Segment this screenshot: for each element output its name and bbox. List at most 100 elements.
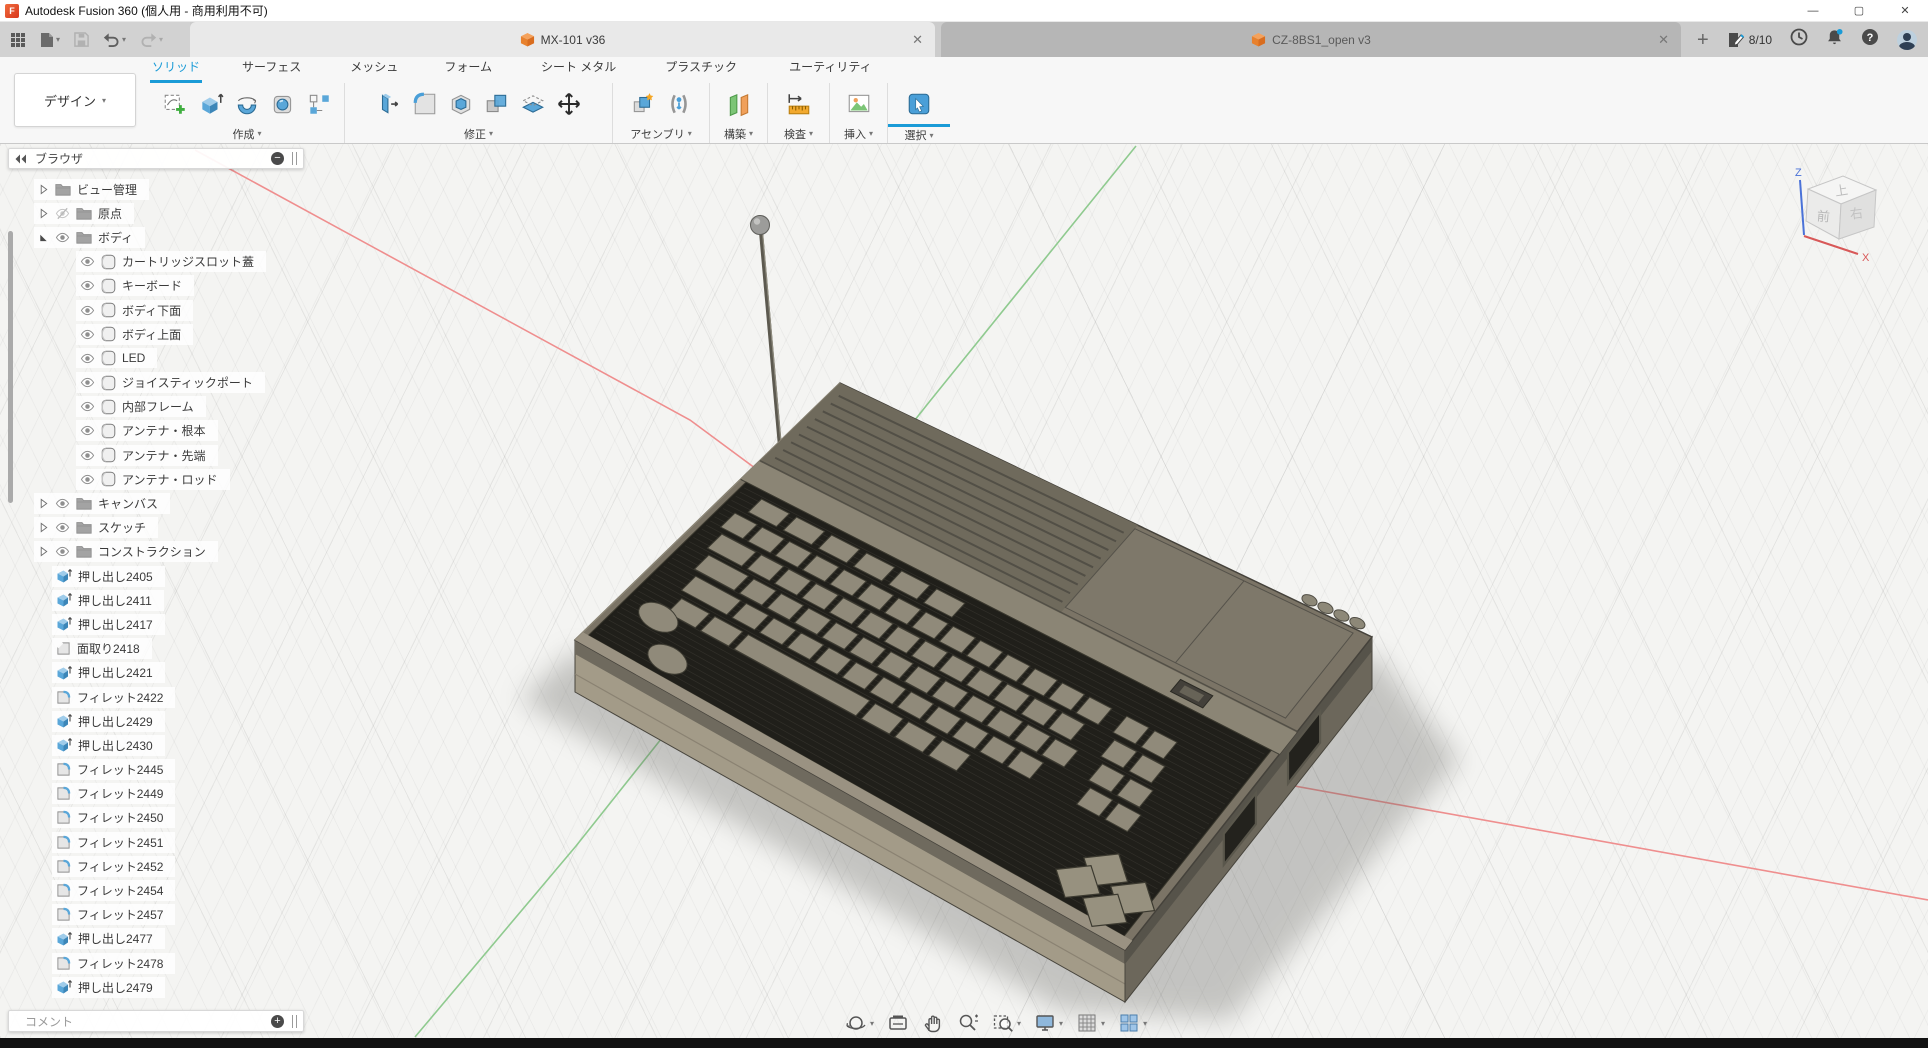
help-button[interactable]: ? xyxy=(1861,28,1879,51)
window-zoom-button[interactable]: ▾ xyxy=(992,1012,1021,1034)
visibility-eye-icon[interactable] xyxy=(80,399,95,414)
browser-item-folder[interactable]: 原点 xyxy=(8,201,308,225)
expand-arrow-icon[interactable] xyxy=(38,498,49,509)
press-pull-button[interactable] xyxy=(371,84,407,124)
look-at-button[interactable] xyxy=(887,1012,909,1034)
add-comment-icon[interactable]: + xyxy=(271,1015,284,1028)
browser-item-fillet[interactable]: フィレット2478 xyxy=(8,951,308,975)
browser-item-body[interactable]: ジョイスティックポート xyxy=(8,371,308,395)
browser-scrollbar[interactable] xyxy=(8,231,13,503)
group-assemble-dropdown[interactable]: アセンブリ▾ xyxy=(613,124,709,143)
browser-item-fillet[interactable]: フィレット2454 xyxy=(8,878,308,902)
pan-button[interactable] xyxy=(922,1012,944,1034)
expand-arrow-icon[interactable] xyxy=(38,208,49,219)
tab-mesh[interactable]: メッシュ xyxy=(348,54,400,83)
visibility-eye-icon[interactable] xyxy=(80,448,95,463)
collapse-panel-icon[interactable] xyxy=(15,154,27,164)
browser-item-folder[interactable]: スケッチ xyxy=(8,516,308,540)
maximize-button[interactable]: ▢ xyxy=(1836,0,1882,21)
browser-item-body[interactable]: アンテナ・ロッド xyxy=(8,467,308,491)
tab-solid[interactable]: ソリッド xyxy=(150,54,202,83)
browser-item-extrude[interactable]: 押し出し2417 xyxy=(8,612,308,636)
browser-item-body[interactable]: アンテナ・先端 xyxy=(8,443,308,467)
browser-item-body[interactable]: ボディ上面 xyxy=(8,322,308,346)
pattern-button[interactable] xyxy=(301,84,337,124)
group-select-dropdown[interactable]: 選択▾ xyxy=(888,124,950,143)
browser-item-fillet[interactable]: フィレット2452 xyxy=(8,854,308,878)
browser-item-extrude[interactable]: 押し出し2421 xyxy=(8,661,308,685)
visibility-eye-icon[interactable] xyxy=(80,375,95,390)
browser-item-folder[interactable]: ボディ xyxy=(8,225,308,249)
tab-utility[interactable]: ユーティリティ xyxy=(787,54,874,83)
expand-arrow-icon[interactable] xyxy=(38,522,49,533)
insert-canvas-button[interactable] xyxy=(841,84,877,124)
visibility-eye-icon[interactable] xyxy=(80,303,95,318)
browser-item-extrude[interactable]: 押し出し2429 xyxy=(8,709,308,733)
close-button[interactable]: ✕ xyxy=(1882,0,1928,21)
construction-plane-button[interactable] xyxy=(721,84,757,124)
browser-item-body[interactable]: キーボード xyxy=(8,274,308,298)
tab-sheetmetal[interactable]: シート メタル xyxy=(539,54,618,83)
group-modify-dropdown[interactable]: 修正▾ xyxy=(345,124,612,143)
redo-button[interactable]: ▾ xyxy=(140,32,163,47)
extension-manager-button[interactable] xyxy=(1790,28,1808,51)
browser-item-fillet[interactable]: フィレット2450 xyxy=(8,806,308,830)
browser-item-extrude[interactable]: 押し出し2477 xyxy=(8,927,308,951)
measure-button[interactable] xyxy=(781,84,817,124)
comment-bar[interactable]: コメント + xyxy=(8,1010,304,1032)
visibility-eye-icon[interactable] xyxy=(80,327,95,342)
browser-item-chamfer[interactable]: 面取り2418 xyxy=(8,637,308,661)
browser-item-body[interactable]: カートリッジスロット蓋 xyxy=(8,250,308,274)
create-sketch-button[interactable] xyxy=(157,84,193,124)
zoom-button[interactable] xyxy=(957,1012,979,1034)
job-status-button[interactable]: 8/10 xyxy=(1727,32,1772,48)
revolve-button[interactable] xyxy=(229,84,265,124)
visibility-eye-icon[interactable] xyxy=(80,254,95,269)
visibility-eye-icon[interactable] xyxy=(55,230,70,245)
app-menu-button[interactable] xyxy=(10,32,26,48)
document-tab-inactive[interactable]: CZ-8BS1_open v3 ✕ xyxy=(941,22,1681,57)
tab-close-icon[interactable]: ✕ xyxy=(912,32,923,48)
expand-arrow-icon[interactable] xyxy=(38,546,49,557)
shell-button[interactable] xyxy=(443,84,479,124)
visibility-eye-icon[interactable] xyxy=(55,496,70,511)
document-tab-active[interactable]: MX-101 v36 ✕ xyxy=(190,22,935,57)
tab-surface[interactable]: サーフェス xyxy=(240,54,303,83)
workspace-selector[interactable]: デザイン▾ xyxy=(14,73,136,127)
browser-item-fillet[interactable]: フィレット2422 xyxy=(8,685,308,709)
browser-item-extrude[interactable]: 押し出し2430 xyxy=(8,733,308,757)
visibility-eye-icon[interactable] xyxy=(80,423,95,438)
new-tab-button[interactable]: + xyxy=(1697,30,1709,50)
browser-item-fillet[interactable]: フィレット2449 xyxy=(8,782,308,806)
expand-arrow-icon[interactable] xyxy=(38,184,49,195)
new-component-button[interactable] xyxy=(625,84,661,124)
user-avatar[interactable] xyxy=(1897,30,1917,50)
tab-close-icon[interactable]: ✕ xyxy=(1658,32,1669,48)
browser-item-body[interactable]: ボディ下面 xyxy=(8,298,308,322)
select-button[interactable] xyxy=(901,84,937,124)
save-button[interactable] xyxy=(74,32,89,47)
notifications-button[interactable] xyxy=(1826,28,1843,51)
visibility-eye-icon[interactable] xyxy=(80,472,95,487)
combine-button[interactable] xyxy=(479,84,515,124)
move-button[interactable] xyxy=(551,84,587,124)
browser-item-fillet[interactable]: フィレット2451 xyxy=(8,830,308,854)
browser-item-extrude[interactable]: 押し出し2411 xyxy=(8,588,308,612)
browser-item-folder[interactable]: キャンバス xyxy=(8,491,308,515)
view-cube[interactable]: Z X 上 前 右 xyxy=(1786,150,1906,270)
panel-drag-handle[interactable] xyxy=(292,152,297,165)
browser-item-fillet[interactable]: フィレット2457 xyxy=(8,903,308,927)
browser-item-body[interactable]: LED xyxy=(8,346,308,370)
visibility-eye-icon[interactable] xyxy=(55,520,70,535)
collapse-arrow-icon[interactable] xyxy=(38,232,49,243)
orbit-button[interactable]: ▾ xyxy=(845,1012,874,1034)
group-insert-dropdown[interactable]: 挿入▾ xyxy=(830,124,887,143)
tab-plastic[interactable]: プラスチック xyxy=(663,54,739,83)
group-create-dropdown[interactable]: 作成▾ xyxy=(150,124,344,143)
browser-item-extrude[interactable]: 押し出し2405 xyxy=(8,564,308,588)
comment-drag-handle[interactable] xyxy=(292,1015,297,1028)
visibility-eye-icon[interactable] xyxy=(80,278,95,293)
browser-item-folder[interactable]: ビュー管理 xyxy=(8,177,308,201)
browser-item-folder[interactable]: コンストラクション xyxy=(8,540,308,564)
browser-item-body[interactable]: アンテナ・根本 xyxy=(8,419,308,443)
